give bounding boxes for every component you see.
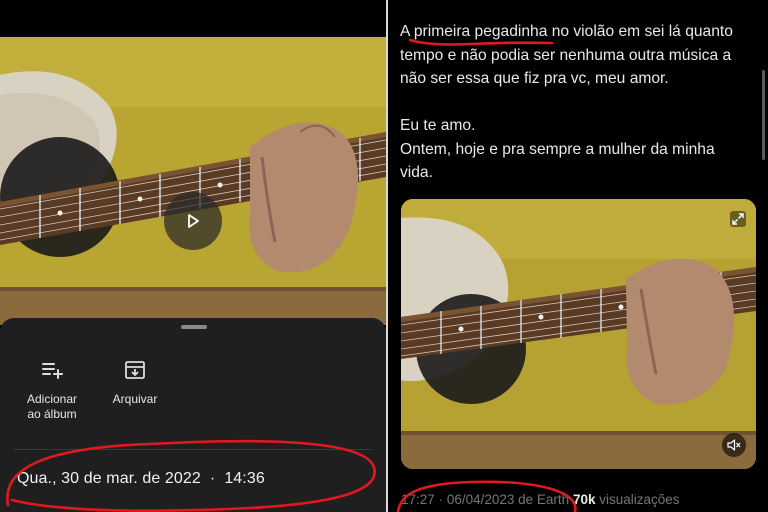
playlist-add-icon [42,363,63,379]
video-thumbnail[interactable] [0,37,386,325]
tweet-line-1: A primeira pegadinha no violão em sei lá… [400,20,760,44]
tweet-line-3: não ser essa que fiz pra vc, meu amor. [400,70,669,87]
photo-time: 14:36 [224,470,265,487]
guitar-video-frame [0,37,386,325]
tweet-date[interactable]: 06/04/2023 de Earth [447,492,569,507]
tweet-line-4: Eu te amo. [400,117,476,134]
tweet-video[interactable] [401,199,756,469]
datetime-separator: · [209,470,216,487]
play-icon [188,214,199,228]
archive-button[interactable]: Arquivar [106,358,164,407]
tweet-line-1-end: no violão em sei lá quanto [547,23,733,40]
archive-icon [125,361,145,379]
play-button[interactable] [164,192,222,250]
google-photos-panel: Adicionar ao álbum Arquivar Qua., 30 de … [0,0,386,512]
tweet-meta: 17:27 · 06/04/2023 de Earth 70k visualiz… [401,492,680,507]
add-to-album-label-1: Adicionar [26,392,78,406]
guitar-video-frame [401,199,756,469]
expand-icon [730,211,746,227]
tweet-line-2: tempo e não podia ser nenhuma outra músi… [400,46,732,64]
expand-button[interactable] [728,209,748,229]
photo-datetime[interactable]: Qua., 30 de mar. de 2022 · 14:36 [17,470,265,488]
details-sheet: Adicionar ao álbum Arquivar Qua., 30 de … [0,318,386,512]
tweet-panel: A primeira pegadinha no violão em sei lá… [388,0,768,512]
tweet-time[interactable]: 17:27 [401,492,435,507]
mute-button[interactable] [722,433,746,457]
photo-date: Qua., 30 de mar. de 2022 [17,470,201,487]
add-to-album-label-2: ao álbum [27,407,77,421]
sheet-drag-handle[interactable] [181,325,207,329]
tweet-text: A primeira pegadinha no violão em sei lá… [400,20,760,185]
views-label: visualizações [599,492,680,507]
views-count: 70k [572,492,596,507]
archive-label: Arquivar [112,392,158,406]
tweet-highlighted-phrase: primeira pegadinha [413,23,548,40]
tweet-line-6: vida. [400,164,433,181]
meta-separator: · [438,492,444,507]
add-to-album-button[interactable]: Adicionar ao álbum [18,358,86,422]
tweet-line-5: Ontem, hoje e pra sempre a mulher da min… [400,140,715,158]
scrollbar[interactable] [762,70,765,160]
tweet-line-1-start: A [400,23,414,40]
mute-icon [727,439,741,451]
divider [14,449,372,450]
